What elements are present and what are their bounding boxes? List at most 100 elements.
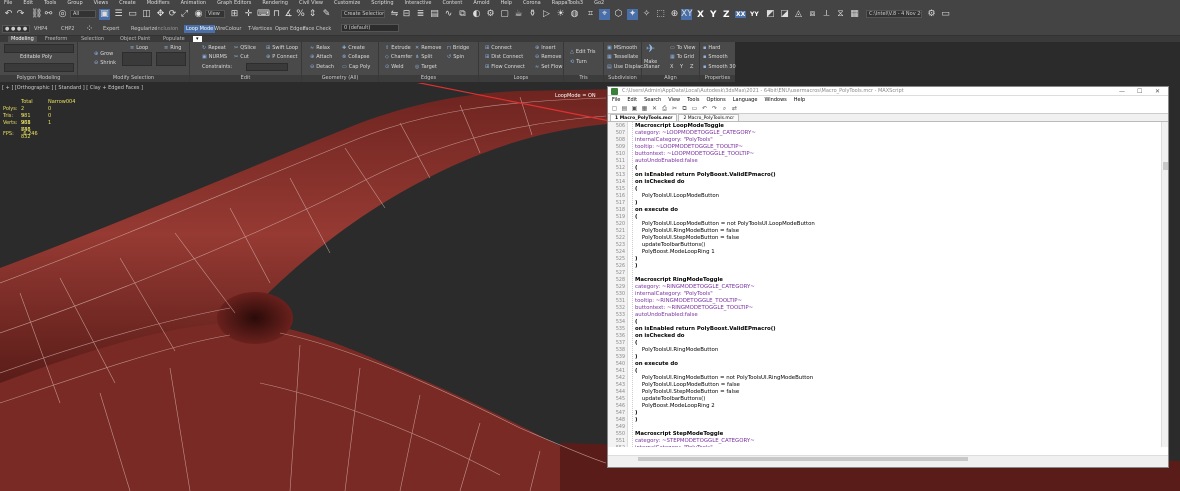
tris-footer[interactable]: Tris xyxy=(564,75,603,82)
editor-menu-language[interactable]: Language xyxy=(733,96,758,104)
subdivision-footer[interactable]: Subdivision xyxy=(604,75,641,82)
selection-filter-dropdown[interactable]: All xyxy=(70,10,96,18)
snap-midpoint-icon[interactable]: ✧ xyxy=(641,9,652,20)
corona-icon[interactable]: ◍ xyxy=(569,9,580,20)
scene-explorer-icon[interactable]: ▤ xyxy=(429,9,440,20)
viewport-label[interactable]: [ + ] [Orthographic ] [ Standard ] [ Cla… xyxy=(2,85,143,91)
code-line[interactable]: ( xyxy=(635,340,637,347)
rotate-icon[interactable]: ⟳ xyxy=(167,9,178,20)
ring-button[interactable]: ≡ Ring xyxy=(164,45,181,51)
pivot-center-icon[interactable]: ⊞ xyxy=(229,9,240,20)
code-line[interactable]: ) xyxy=(635,200,637,207)
make-planar-icon[interactable]: ✈ xyxy=(646,43,655,54)
create-button[interactable]: ✚ Create xyxy=(342,45,365,51)
schematic-view-icon[interactable]: ⧉ xyxy=(457,9,468,20)
tab-file-2[interactable]: 2 Macro_PolyTools.mcr xyxy=(678,114,740,121)
open-file-icon[interactable]: ▤ xyxy=(621,105,628,112)
cloth-icon[interactable]: ◬ xyxy=(793,9,804,20)
link-icon[interactable]: ⛓ xyxy=(31,9,42,20)
code-line[interactable]: on isChecked do xyxy=(635,333,685,340)
code-line[interactable]: autoUndoEnabled:false xyxy=(635,312,698,319)
axis-yy-button[interactable]: YY xyxy=(750,11,759,18)
axis-z-button[interactable]: Z xyxy=(723,10,730,20)
code-line[interactable]: ( xyxy=(635,214,637,221)
code-line[interactable]: category: ~STEPMODETOGGLE_CATEGORY~ xyxy=(635,438,755,445)
code-line[interactable]: internalCategory: "PolyTools" xyxy=(635,291,713,298)
layer-dropdown[interactable]: 0 (default) xyxy=(341,24,399,32)
editor-menu-help[interactable]: Help xyxy=(794,96,805,104)
code-line[interactable]: ( xyxy=(635,319,637,326)
new-file-icon[interactable]: ▢ xyxy=(611,105,618,112)
reference-coordinate-dropdown[interactable]: View xyxy=(205,10,225,18)
axis-xx-button[interactable]: XX xyxy=(735,11,747,18)
render-iterative-icon[interactable]: ▷ xyxy=(541,9,552,20)
constraint-buttons[interactable] xyxy=(246,63,288,71)
vhp4-button[interactable]: VHP4 xyxy=(34,26,47,32)
repeat-button[interactable]: ↻ Repeat xyxy=(202,45,226,51)
loop-button[interactable]: ≡ Loop xyxy=(130,45,148,51)
select-object-icon[interactable]: ▣ xyxy=(99,9,110,20)
p-connect-button[interactable]: ⊕ P Connect xyxy=(266,54,297,60)
bridge-button[interactable]: ⊓ Bridge xyxy=(447,45,469,51)
polygon-modeling-footer[interactable]: Polygon Modeling xyxy=(0,75,77,82)
spin-button[interactable]: ↺ Spin xyxy=(447,54,464,60)
settings-icon[interactable]: ⚙ xyxy=(926,9,937,20)
uv-editor-icon[interactable]: ◩ xyxy=(765,9,776,20)
select-manipulate-icon[interactable]: ✛ xyxy=(243,9,254,20)
render-setup-icon[interactable]: ⚙ xyxy=(485,9,496,20)
edges-footer[interactable]: Edges xyxy=(379,75,478,82)
maxscript-editor-window[interactable]: C:\Users\Admin\AppData\Local\Autodesk\3d… xyxy=(607,86,1169,468)
regularize-button[interactable]: Regularize xyxy=(131,26,157,32)
relax-button[interactable]: ≈ Relax xyxy=(310,45,330,51)
editor-menu-windows[interactable]: Windows xyxy=(764,96,786,104)
editor-menu-file[interactable]: File xyxy=(612,96,620,104)
close-file-icon[interactable]: ✕ xyxy=(651,105,658,112)
detach-button[interactable]: ⊖ Detach xyxy=(310,64,334,70)
code-line[interactable]: updateToolbarButtons() xyxy=(635,242,706,249)
curve-editor-icon[interactable]: ∿ xyxy=(443,9,454,20)
redo-icon[interactable]: ↷ xyxy=(15,9,26,20)
code-line[interactable]: PolyToolsUI.LoopModeButton = not PolyToo… xyxy=(635,221,815,228)
edit-named-selection-icon[interactable]: ✎ xyxy=(321,9,332,20)
code-line[interactable]: PolyToolsUI.LoopModeButton = false xyxy=(635,382,740,389)
align-x-button[interactable]: X xyxy=(670,64,673,70)
code-line[interactable]: internalCategory: "PolyTools" xyxy=(635,445,713,447)
code-line[interactable]: buttontext: ~LOOPMODETOGGLE_TOOLTIP~ xyxy=(635,151,754,158)
split-button[interactable]: ⋔ Split xyxy=(415,54,432,60)
t-vertices-button[interactable]: T-Vertices xyxy=(248,26,272,32)
undo-icon[interactable]: ↶ xyxy=(3,9,14,20)
code-line[interactable]: ) xyxy=(635,256,637,263)
code-line[interactable]: ) xyxy=(635,263,637,270)
extrude-button[interactable]: ⇪ Extrude xyxy=(385,45,411,51)
print-icon[interactable]: ⎙ xyxy=(661,105,668,112)
maximize-icon[interactable]: ☐ xyxy=(1137,87,1142,96)
set-flow-button[interactable]: ≈ Set Flow xyxy=(535,64,562,70)
snap-grid-icon[interactable]: ⊕ xyxy=(669,9,680,20)
code-line[interactable]: autoUndoEnabled:false xyxy=(635,158,698,165)
grid-icon[interactable]: ▦ xyxy=(849,9,860,20)
editor-menu-view[interactable]: View xyxy=(668,96,680,104)
window-crossing-icon[interactable]: ◫ xyxy=(141,9,152,20)
face-check-button[interactable]: Face Check xyxy=(303,26,331,32)
ring-mode-options[interactable] xyxy=(156,52,186,66)
axis-y-button[interactable]: Y xyxy=(710,10,717,20)
properties-footer[interactable]: Properties xyxy=(700,75,735,82)
scale-icon[interactable]: ⤢ xyxy=(179,9,190,20)
align-z-button[interactable]: Z xyxy=(690,64,693,70)
select-by-name-icon[interactable]: ☰ xyxy=(113,9,124,20)
grow-button[interactable]: ⊕ Grow xyxy=(94,51,113,57)
chamfer-button[interactable]: ◇ Chamfer xyxy=(385,54,412,60)
find-icon[interactable]: ⌕ xyxy=(721,105,728,112)
unlink-icon[interactable]: ⚯ xyxy=(43,9,54,20)
code-line[interactable]: PolyBoost.ModeLoopRing 1 xyxy=(635,249,715,256)
remove-button[interactable]: ✕ Remove xyxy=(415,45,442,51)
connect-button[interactable]: ⊞ Connect xyxy=(485,45,512,51)
redo-icon[interactable]: ↷ xyxy=(711,105,718,112)
code-line[interactable]: ( xyxy=(635,165,637,172)
tab-file-1[interactable]: 1 Macro_PolyTools.mcr xyxy=(610,114,678,121)
msmooth-button[interactable]: ▣ MSmooth xyxy=(607,45,637,51)
layer-visibility-icons[interactable]: ● ● ● ● xyxy=(2,25,30,33)
fold-margin[interactable] xyxy=(628,122,633,447)
snap-vertex-icon[interactable]: ⌗ xyxy=(585,9,596,20)
rendered-frame-icon[interactable]: ▢ xyxy=(499,9,510,20)
